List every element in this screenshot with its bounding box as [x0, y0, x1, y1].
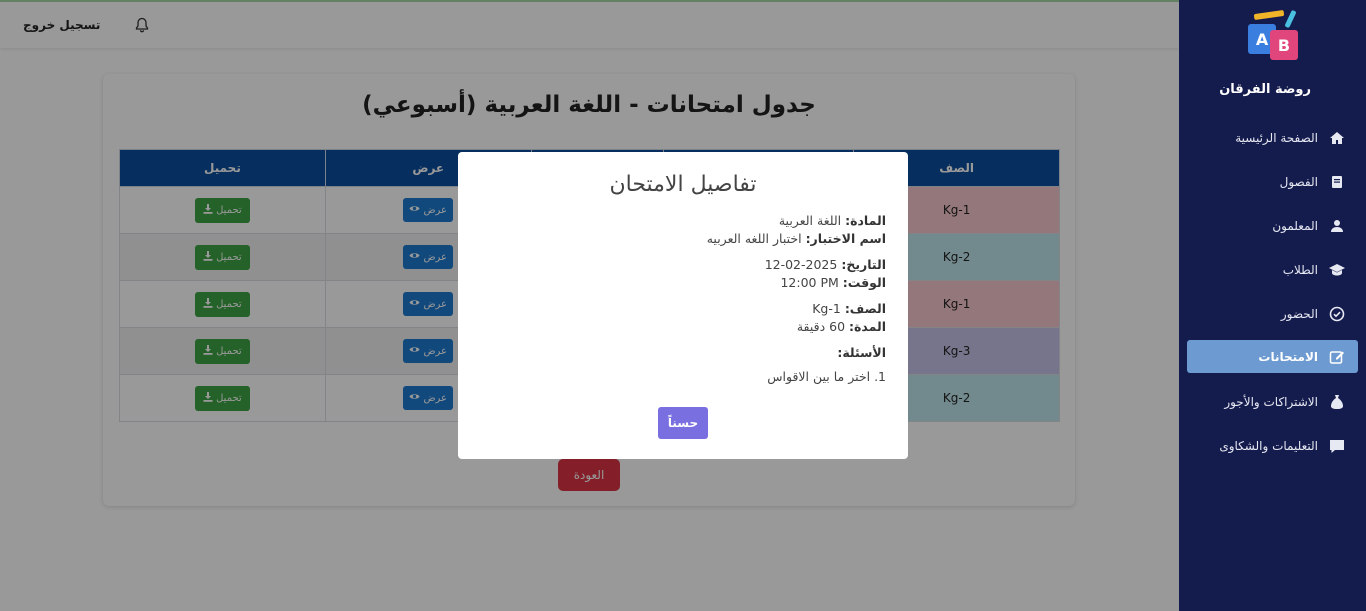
school-name: روضة الفرقان [1219, 82, 1311, 97]
sidebar-item-3[interactable]: الطلاب [1187, 248, 1358, 292]
sidebar-item-label: الفصول [1279, 175, 1318, 189]
sidebar-nav: الصفحة الرئيسية الفصول المعلمون الطلاب الحضو… [1179, 116, 1366, 468]
duration-line: المدة: 60 دقيقة [796, 319, 886, 334]
ok-button[interactable]: حسناً [658, 407, 708, 439]
exam-name-line: اسم الاختبار: اختبار اللغه العربيه [706, 231, 886, 246]
home-icon [1328, 129, 1346, 147]
money-bag-icon [1328, 393, 1346, 411]
sidebar-item-7[interactable]: التعليمات والشكاوى [1187, 424, 1358, 468]
sidebar-item-label: الصفحة الرئيسية [1235, 131, 1318, 145]
sidebar-item-label: الامتحانات [1258, 349, 1318, 364]
sidebar-item-1[interactable]: الفصول [1187, 160, 1358, 204]
sidebar: AB روضة الفرقان الصفحة الرئيسية الفصول الم… [1179, 0, 1366, 611]
modal-title: تفاصيل الامتحان [609, 172, 757, 197]
question-item: 1. اختر ما بين الاقواس [767, 369, 886, 384]
edit-icon [1328, 348, 1346, 366]
class-line: الصف: Kg-1 [812, 301, 886, 316]
subject-line: المادة: اللغة العربية [778, 213, 886, 228]
user-icon [1328, 217, 1346, 235]
comment-icon [1328, 437, 1346, 455]
graduation-cap-icon [1328, 261, 1346, 279]
time-line: الوقت: 12:00 PM [780, 275, 886, 290]
sidebar-item-label: الطلاب [1282, 263, 1318, 277]
check-circle-icon [1328, 305, 1346, 323]
sidebar-item-label: التعليمات والشكاوى [1219, 439, 1318, 453]
sidebar-item-2[interactable]: المعلمون [1187, 204, 1358, 248]
sidebar-item-5[interactable]: الامتحانات [1187, 340, 1358, 373]
date-line: التاريخ: 2025-02-12 [764, 257, 886, 272]
sidebar-item-6[interactable]: الاشتراكات والأجور [1187, 380, 1358, 424]
sidebar-item-0[interactable]: الصفحة الرئيسية [1187, 116, 1358, 160]
sidebar-item-label: الحضور [1280, 307, 1318, 321]
school-logo: AB [1244, 9, 1306, 64]
book-icon [1328, 173, 1346, 191]
questions-heading: الأسئلة: [837, 345, 886, 360]
sidebar-item-4[interactable]: الحضور [1187, 292, 1358, 336]
sidebar-item-label: الاشتراكات والأجور [1224, 395, 1318, 409]
sidebar-item-label: المعلمون [1272, 219, 1318, 233]
exam-details-modal: تفاصيل الامتحان المادة: اللغة العربية اس… [458, 152, 908, 459]
